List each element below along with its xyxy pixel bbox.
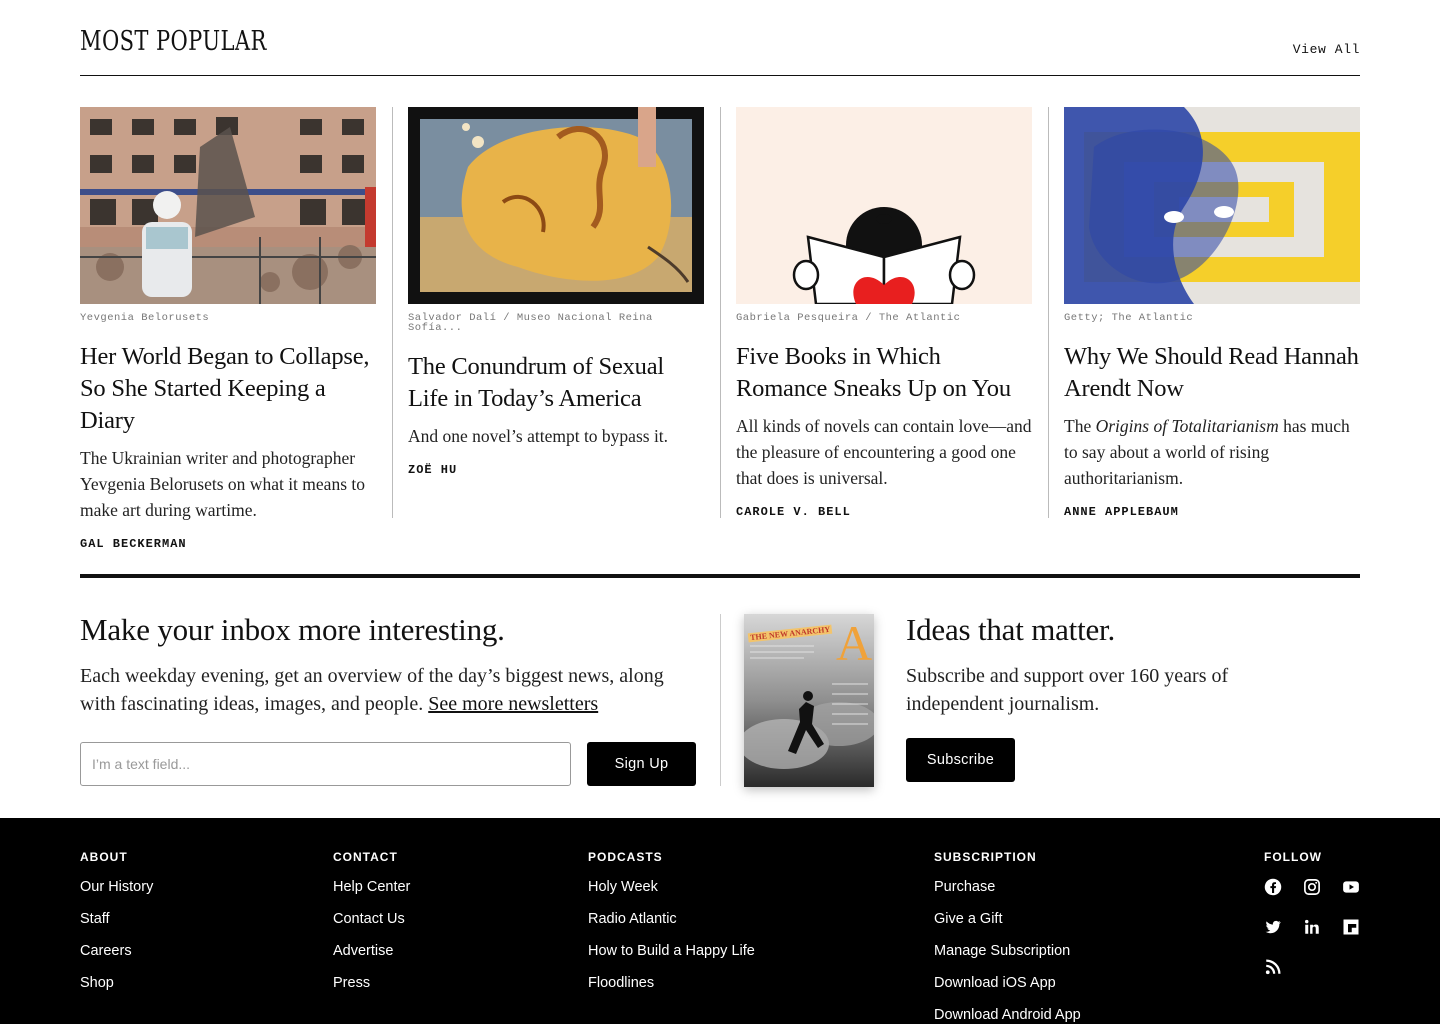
sign-up-button[interactable]: Sign Up — [587, 742, 696, 786]
footer-contact: CONTACT Help Center Contact Us Advertise… — [333, 850, 410, 1006]
subscribe-button[interactable]: Subscribe — [906, 738, 1015, 782]
article-headline[interactable]: Why We Should Read Hannah Arendt Now — [1064, 341, 1360, 405]
footer-heading: SUBSCRIPTION — [934, 850, 1037, 864]
newsletter-promo: Make your inbox more interesting. Each w… — [80, 612, 700, 718]
article-card[interactable]: Salvador Dalí / Museo Nacional Reina Sof… — [392, 107, 704, 519]
footer-subscription: SUBSCRIPTION Purchase Give a Gift Manage… — [934, 850, 1081, 1024]
article-image[interactable] — [736, 107, 1032, 304]
footer-link-careers[interactable]: Careers — [80, 942, 153, 974]
article-image[interactable] — [408, 107, 704, 304]
image-credit: Salvador Dalí / Museo Nacional Reina Sof… — [408, 312, 653, 334]
dek-text: The — [1064, 416, 1096, 436]
footer-link-advertise[interactable]: Advertise — [333, 942, 410, 974]
image-credit: Getty; The Atlantic — [1064, 312, 1194, 324]
article-byline[interactable]: CAROLE V. BELL — [736, 505, 1032, 519]
footer-link-purchase[interactable]: Purchase — [934, 878, 1081, 910]
article-byline[interactable]: ZOË HU — [408, 463, 704, 477]
section-divider — [80, 574, 1360, 578]
article-card[interactable]: Gabriela Pesqueira / The Atlantic Five B… — [720, 107, 1032, 519]
subscribe-promo: Ideas that matter. Subscribe and support… — [906, 612, 1326, 718]
book-title: Origins of Totalitarianism — [1095, 416, 1279, 436]
most-popular-list: Yevgenia Belorusets Her World Began to C… — [80, 107, 1360, 551]
article-dek: All kinds of novels can contain love—and… — [736, 416, 1032, 488]
footer-heading: ABOUT — [80, 850, 128, 864]
linkedin-icon[interactable] — [1303, 918, 1321, 936]
footer-heading: PODCASTS — [588, 850, 663, 864]
footer-link-help-center[interactable]: Help Center — [333, 878, 410, 910]
footer-heading: CONTACT — [333, 850, 398, 864]
youtube-icon[interactable] — [1342, 878, 1360, 896]
article-byline[interactable]: GAL BECKERMAN — [80, 537, 376, 551]
footer-podcasts: PODCASTS Holy Week Radio Atlantic How to… — [588, 850, 755, 1006]
image-credit: Gabriela Pesqueira / The Atlantic — [736, 312, 961, 324]
vertical-divider — [720, 614, 721, 786]
article-image[interactable] — [80, 107, 376, 304]
footer-link-radio-atlantic[interactable]: Radio Atlantic — [588, 910, 755, 942]
flipboard-icon[interactable] — [1342, 918, 1360, 936]
article-dek: The Origins of Totalitarianism has much … — [1064, 413, 1360, 491]
footer-link-staff[interactable]: Staff — [80, 910, 153, 942]
footer-follow: FOLLOW — [1264, 850, 1364, 978]
facebook-icon[interactable] — [1264, 878, 1282, 896]
newsletter-heading: Make your inbox more interesting. — [80, 612, 505, 647]
footer-link-holy-week[interactable]: Holy Week — [588, 878, 755, 910]
footer-link-floodlines[interactable]: Floodlines — [588, 974, 755, 1006]
section-title: MOST POPULAR — [80, 26, 267, 57]
subscribe-body: Subscribe and support over 160 years of … — [906, 665, 1229, 715]
article-byline[interactable]: ANNE APPLEBAUM — [1064, 505, 1360, 519]
rss-icon[interactable] — [1264, 958, 1282, 976]
twitter-icon[interactable] — [1264, 918, 1282, 936]
article-dek: And one novel’s attempt to bypass it. — [408, 426, 669, 446]
article-headline[interactable]: Five Books in Which Romance Sneaks Up on… — [736, 341, 1032, 405]
article-headline[interactable]: Her World Began to Collapse, So She Star… — [80, 341, 376, 437]
article-card[interactable]: Getty; The Atlantic Why We Should Read H… — [1048, 107, 1360, 519]
footer-link-android-app[interactable]: Download Android App — [934, 1006, 1081, 1024]
card-divider — [392, 107, 393, 518]
article-image[interactable] — [1064, 107, 1360, 304]
article-headline[interactable]: The Conundrum of Sexual Life in Today’s … — [408, 351, 704, 415]
see-more-newsletters-link[interactable]: See more newsletters — [428, 693, 598, 715]
card-divider — [1048, 107, 1049, 518]
footer-link-give-gift[interactable]: Give a Gift — [934, 910, 1081, 942]
article-dek: The Ukrainian writer and photographer Ye… — [80, 448, 365, 520]
view-all-link[interactable]: View All — [1293, 42, 1360, 57]
footer-link-happy-life[interactable]: How to Build a Happy Life — [588, 942, 755, 974]
magazine-logo: A — [836, 615, 873, 671]
footer-link-press[interactable]: Press — [333, 974, 410, 1006]
newsletter-email-input[interactable] — [80, 742, 571, 786]
instagram-icon[interactable] — [1303, 878, 1321, 896]
footer-link-our-history[interactable]: Our History — [80, 878, 153, 910]
card-divider — [720, 107, 721, 518]
footer-link-ios-app[interactable]: Download iOS App — [934, 974, 1081, 1006]
article-card[interactable]: Yevgenia Belorusets Her World Began to C… — [80, 107, 376, 551]
footer-link-manage-subscription[interactable]: Manage Subscription — [934, 942, 1081, 974]
footer-link-shop[interactable]: Shop — [80, 974, 153, 1006]
site-footer: ABOUT Our History Staff Careers Shop CON… — [0, 818, 1440, 1024]
subscribe-heading: Ideas that matter. — [906, 612, 1116, 647]
footer-link-contact-us[interactable]: Contact Us — [333, 910, 410, 942]
footer-about: ABOUT Our History Staff Careers Shop — [80, 850, 153, 1006]
newsletter-body: Each weekday evening, get an overview of… — [80, 662, 700, 718]
newsletter-form: Sign Up — [80, 742, 696, 786]
image-credit: Yevgenia Belorusets — [80, 312, 210, 324]
magazine-cover[interactable]: THE NEW ANARCHY A — [744, 614, 874, 787]
footer-heading: FOLLOW — [1264, 850, 1322, 864]
most-popular-header: MOST POPULAR View All — [80, 24, 1360, 76]
